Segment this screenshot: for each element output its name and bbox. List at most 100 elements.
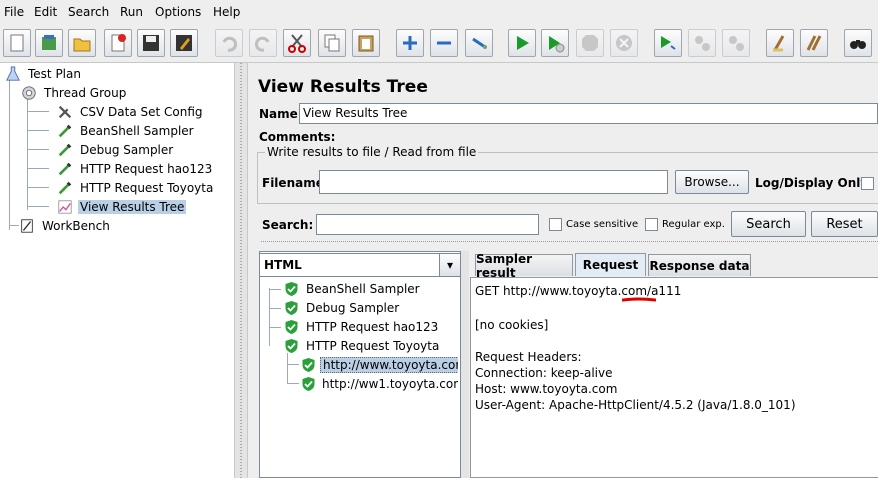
header-user-agent: User-Agent: Apache-HttpClient/4.5.2 (Jav… xyxy=(475,398,796,412)
regular-exp-checkbox[interactable] xyxy=(645,218,658,231)
success-shield-icon xyxy=(282,337,300,355)
tree-node-label: Thread Group xyxy=(44,86,127,100)
reset-button[interactable]: Reset xyxy=(811,211,878,237)
tree-node-beanshell-sampler[interactable]: BeanShell Sampler xyxy=(56,122,196,140)
tab-request[interactable]: Request xyxy=(575,253,646,276)
result-item-label: HTTP Request hao123 xyxy=(306,320,439,334)
renderer-select[interactable]: HTML ▾ xyxy=(259,253,461,277)
close-icon[interactable] xyxy=(104,29,132,57)
filename-label: Filename xyxy=(262,176,324,190)
tree-node-workbench[interactable]: WorkBench xyxy=(18,217,112,235)
graph-icon xyxy=(56,198,74,216)
menu-edit[interactable]: Edit xyxy=(34,5,57,19)
toggle-icon[interactable] xyxy=(465,29,493,57)
divider xyxy=(261,241,878,243)
save-icon[interactable] xyxy=(137,29,165,57)
name-field[interactable]: View Results Tree xyxy=(299,103,878,124)
menu-file[interactable]: File xyxy=(4,5,24,19)
tab-response-data[interactable]: Response data xyxy=(648,254,751,276)
tree-node-debug-sampler[interactable]: Debug Sampler xyxy=(56,141,175,159)
headers-title: Request Headers: xyxy=(475,350,582,364)
gear-icon xyxy=(20,84,38,102)
pipette-icon xyxy=(56,141,74,159)
tree-node-test-plan[interactable]: Test Plan xyxy=(4,65,83,83)
main-splitter[interactable] xyxy=(234,63,248,478)
request-content[interactable]: GET http://www.toyoyta.com/a111 [no cook… xyxy=(470,277,878,478)
log-display-checkbox[interactable] xyxy=(861,177,874,190)
tree-node-label: WorkBench xyxy=(42,219,110,233)
expand-icon[interactable] xyxy=(396,29,424,57)
search-input[interactable] xyxy=(316,214,539,235)
menu-search[interactable]: Search xyxy=(68,5,109,19)
tree-node-http-request-hao123[interactable]: HTTP Request hao123 xyxy=(56,160,214,178)
cut-icon[interactable] xyxy=(283,29,311,57)
page-title: View Results Tree xyxy=(258,77,428,97)
workbench-icon xyxy=(18,217,36,235)
start-icon[interactable] xyxy=(508,29,536,57)
tree-node-label: HTTP Request Toyoyta xyxy=(80,181,214,195)
open-icon[interactable] xyxy=(68,29,96,57)
chevron-down-icon[interactable]: ▾ xyxy=(439,254,460,276)
search-binoculars-icon[interactable] xyxy=(844,29,872,57)
test-plan-tree: Test Plan Thread Group CSV Data Set Conf… xyxy=(0,63,234,478)
header-host: Host: www.toyoyta.com xyxy=(475,382,618,396)
wrench-icon xyxy=(56,103,74,121)
tree-node-view-results-tree[interactable]: View Results Tree xyxy=(56,198,187,216)
results-splitter[interactable] xyxy=(461,251,469,478)
browse-button[interactable]: Browse... xyxy=(675,170,749,194)
request-line: GET http://www.toyoyta.com/a111 xyxy=(475,284,682,298)
result-subitem-2[interactable]: http://ww1.toyoyta.com/?s xyxy=(301,375,458,393)
success-shield-icon xyxy=(282,318,300,336)
result-subitem-1[interactable]: http://www.toyoyta.com/a xyxy=(301,356,458,374)
result-item-label: http://www.toyoyta.com/a xyxy=(320,357,458,373)
remote-stop-icon[interactable] xyxy=(688,29,716,57)
clear-icon[interactable] xyxy=(766,29,794,57)
tab-sampler-result[interactable]: Sampler result xyxy=(475,252,573,280)
tree-node-http-request-toyoyta[interactable]: HTTP Request Toyoyta xyxy=(56,179,215,197)
paste-icon[interactable] xyxy=(352,29,380,57)
new-icon[interactable] xyxy=(3,29,31,57)
tree-node-label: Debug Sampler xyxy=(80,143,174,157)
header-connection: Connection: keep-alive xyxy=(475,366,613,380)
result-item-debug[interactable]: Debug Sampler xyxy=(282,299,401,317)
write-results-title: Write results to file / Read from file xyxy=(265,145,479,159)
case-sensitive-checkbox[interactable] xyxy=(549,218,562,231)
comments-label: Comments: xyxy=(259,130,336,144)
tree-node-csv-data-set-config[interactable]: CSV Data Set Config xyxy=(56,103,205,121)
remote-shutdown-icon[interactable] xyxy=(722,29,750,57)
remote-start-icon[interactable] xyxy=(654,29,682,57)
menu-bar: File Edit Search Run Options Help xyxy=(0,0,878,24)
collapse-icon[interactable] xyxy=(430,29,458,57)
red-underline-annotation xyxy=(622,297,656,302)
stop-icon[interactable] xyxy=(576,29,604,57)
result-item-http-toyoyta[interactable]: HTTP Request Toyoyta xyxy=(282,337,441,355)
test-plan-icon xyxy=(4,65,22,83)
case-sensitive-label: Case sensitive xyxy=(566,219,639,230)
success-shield-icon xyxy=(301,375,316,393)
menu-help[interactable]: Help xyxy=(213,5,240,19)
tree-node-label: HTTP Request hao123 xyxy=(80,162,213,176)
result-item-http-hao123[interactable]: HTTP Request hao123 xyxy=(282,318,440,336)
menu-options[interactable]: Options xyxy=(155,5,201,19)
templates-icon[interactable] xyxy=(35,29,63,57)
renderer-value: HTML xyxy=(264,258,302,272)
menu-run[interactable]: Run xyxy=(120,5,143,19)
result-item-label: BeanShell Sampler xyxy=(306,282,420,296)
save-as-icon[interactable] xyxy=(170,29,198,57)
search-label: Search: xyxy=(262,218,314,232)
success-shield-icon xyxy=(282,280,300,298)
search-button[interactable]: Search xyxy=(731,211,806,237)
undo-icon[interactable] xyxy=(215,29,243,57)
start-no-pause-icon[interactable] xyxy=(541,29,569,57)
filename-input[interactable] xyxy=(319,170,668,194)
clear-all-icon[interactable] xyxy=(800,29,828,57)
redo-icon[interactable] xyxy=(249,29,277,57)
shutdown-icon[interactable] xyxy=(610,29,638,57)
cookies-line: [no cookies] xyxy=(475,318,549,332)
tree-node-thread-group[interactable]: Thread Group xyxy=(20,84,128,102)
pipette-icon xyxy=(56,122,74,140)
copy-icon[interactable] xyxy=(318,29,346,57)
result-item-beanshell[interactable]: BeanShell Sampler xyxy=(282,280,422,298)
tree-node-label: BeanShell Sampler xyxy=(80,124,194,138)
result-item-label: Debug Sampler xyxy=(306,301,400,315)
